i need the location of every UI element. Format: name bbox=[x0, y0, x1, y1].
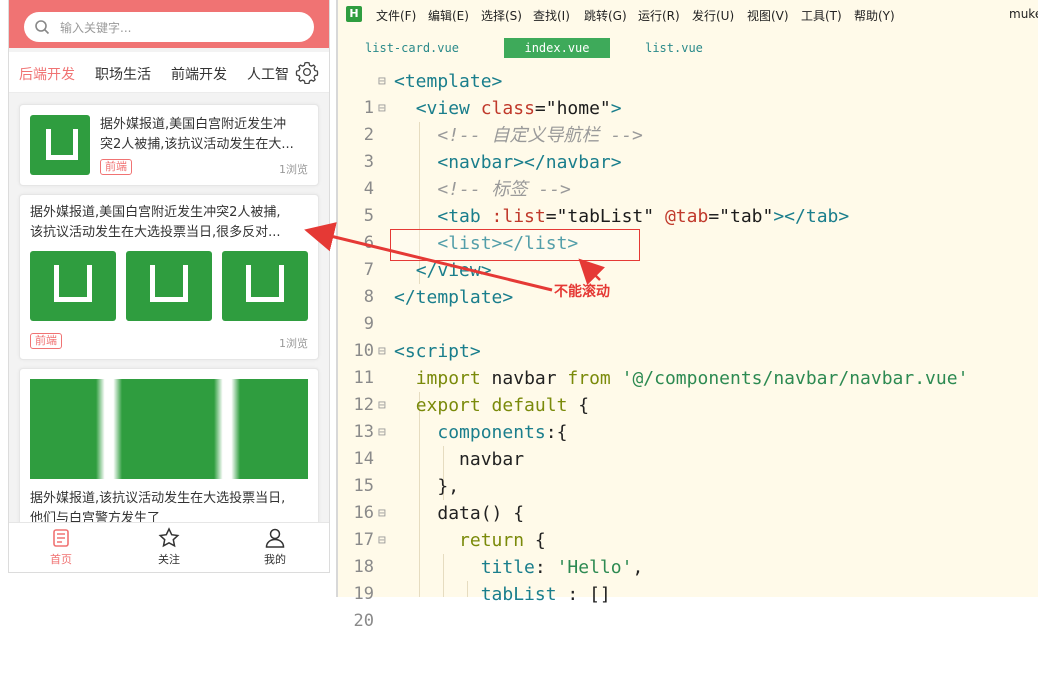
arrow-to-code bbox=[578, 258, 605, 285]
arrow-to-list bbox=[304, 222, 553, 292]
annotation-arrows bbox=[304, 222, 605, 292]
